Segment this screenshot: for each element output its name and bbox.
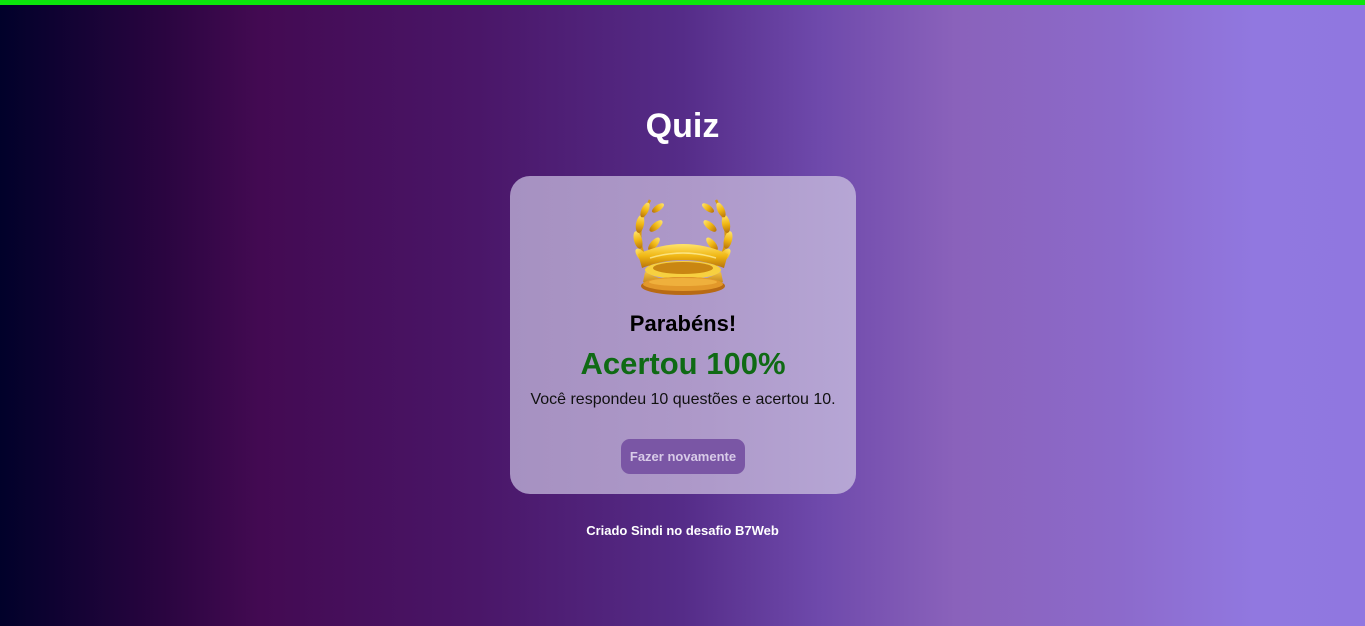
retry-button[interactable]: Fazer novamente bbox=[621, 439, 745, 474]
congrats-heading: Parabéns! bbox=[629, 311, 737, 336]
result-card: Parabéns! Acertou 100% Você respondeu 10… bbox=[510, 176, 856, 494]
result-description: Você respondeu 10 questões e acertou 10. bbox=[530, 391, 836, 408]
footer-credit: Criado Sindi no desafio B7Web bbox=[586, 523, 779, 538]
score-percent: Acertou 100% bbox=[580, 346, 786, 381]
progress-bar bbox=[0, 0, 1365, 5]
page-title: Quiz bbox=[645, 107, 720, 145]
laurel-trophy-icon bbox=[628, 194, 738, 298]
